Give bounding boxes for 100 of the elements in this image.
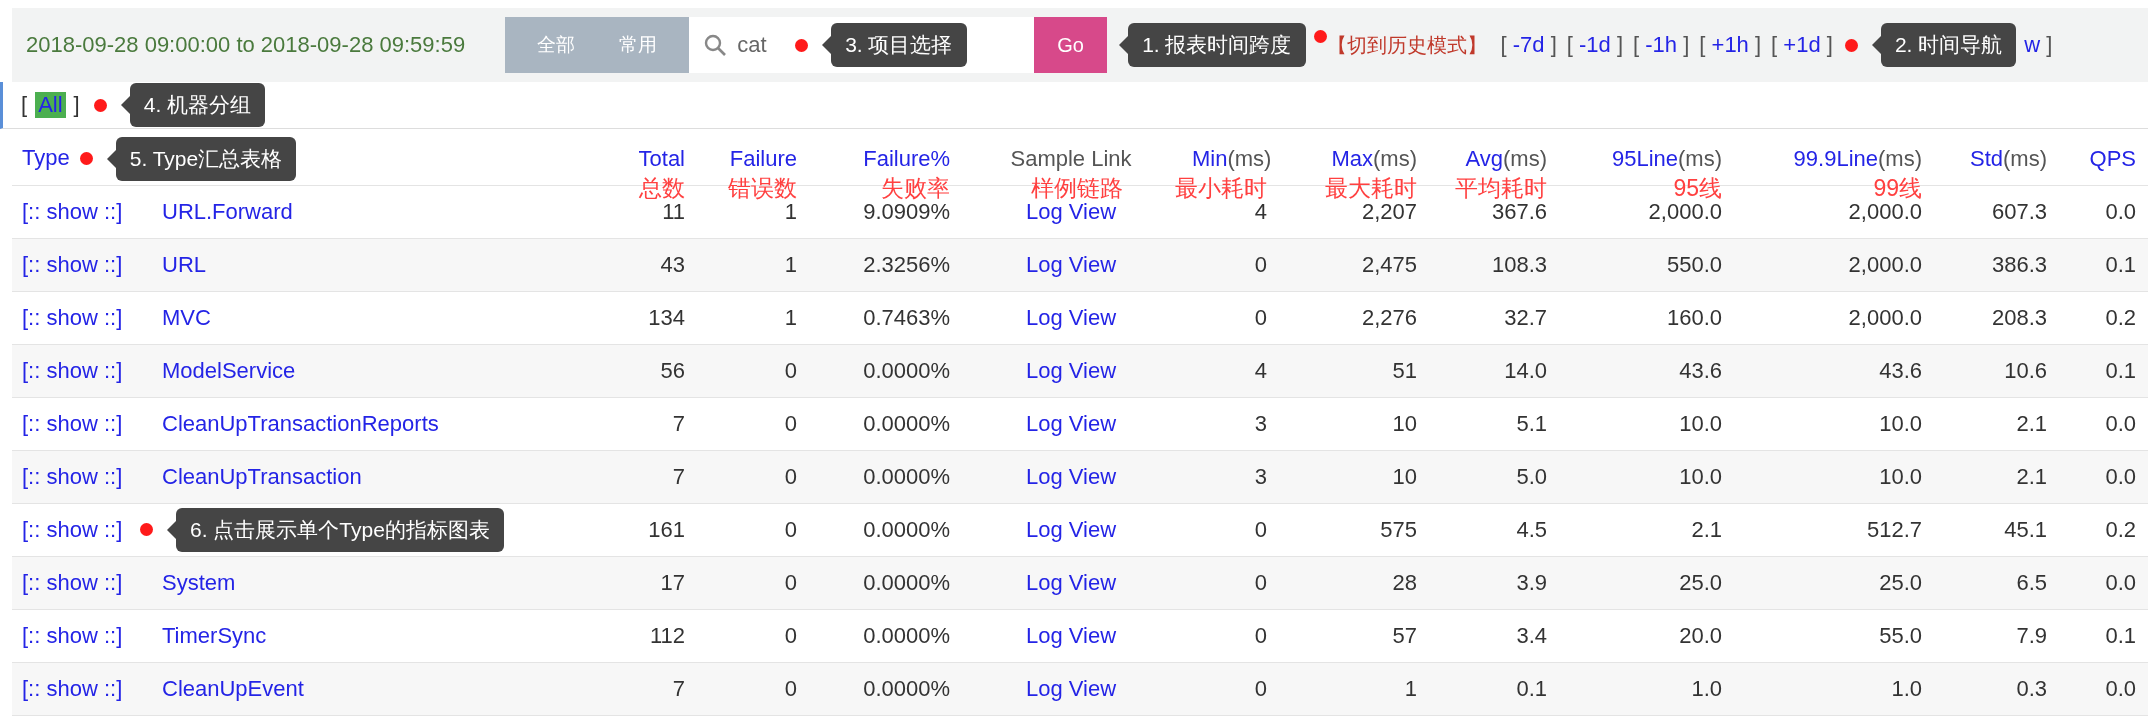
bracket: ] [1549, 32, 1557, 57]
log-view-link[interactable]: Log View [1025, 622, 1117, 648]
table-cell: 0.2 [2105, 304, 2136, 330]
show-link[interactable]: [:: show ::] [22, 622, 123, 648]
log-view-link[interactable]: Log View [1025, 516, 1117, 542]
table-cell: 1.0 [1891, 675, 1922, 701]
log-view-link[interactable]: Log View [1025, 463, 1117, 489]
table-cell: 0 [1254, 516, 1267, 542]
table-cell: 10 [1392, 463, 1417, 489]
type-link[interactable]: URL [162, 251, 206, 277]
show-link[interactable]: [:: show ::] [22, 410, 123, 436]
column-header[interactable]: Min(ms) [1192, 145, 1272, 171]
table-cell: 0.0000% [863, 463, 950, 489]
table-cell: 0 [784, 357, 797, 383]
type-link[interactable]: URL.Forward [162, 198, 293, 224]
table-cell: 386.3 [1991, 251, 2047, 277]
bracket: [ [21, 92, 28, 118]
callout-tooltip: 2. 时间导航 [1871, 23, 2017, 67]
table-cell: 17 [660, 569, 685, 595]
table-cell: 0 [784, 622, 797, 648]
type-link[interactable]: CleanUpEvent [162, 675, 304, 701]
show-link[interactable]: [:: show ::] [22, 198, 123, 224]
table-cell: 575 [1380, 516, 1417, 542]
type-link[interactable]: CleanUpTransactionReports [162, 410, 439, 436]
table-cell: 3.9 [1516, 569, 1547, 595]
show-link[interactable]: [:: show ::] [22, 516, 123, 542]
log-view-link[interactable]: Log View [1025, 675, 1117, 701]
column-header[interactable]: Failure% [863, 145, 950, 171]
table-cell: 43.6 [1879, 357, 1922, 383]
table-cell: 5.1 [1516, 410, 1547, 436]
bracket: ] [73, 92, 80, 118]
table-cell: 112 [649, 622, 685, 648]
time-nav-link[interactable]: +1d [1783, 32, 1821, 57]
table-cell: 7.9 [2016, 622, 2047, 648]
table-cell: 25.0 [1679, 569, 1722, 595]
table-cell: 0.0 [2105, 198, 2136, 224]
callout-tooltip: 5. Type汇总表格 [106, 136, 297, 181]
type-link[interactable]: TimerSync [162, 622, 267, 648]
table-cell: 0 [784, 463, 797, 489]
table-cell: 2.1 [2016, 463, 2047, 489]
column-header[interactable]: 99.9Line(ms) [1793, 145, 1922, 171]
table-cell: 51 [1392, 357, 1417, 383]
column-header[interactable]: Max(ms) [1331, 145, 1417, 171]
table-cell: 55.0 [1879, 622, 1922, 648]
type-link[interactable]: ModelService [162, 357, 296, 383]
column-header[interactable]: 95Line(ms) [1611, 145, 1722, 171]
table-cell: 550.0 [1666, 251, 1722, 277]
column-header[interactable]: Total [638, 145, 685, 171]
type-link[interactable]: MVC [162, 304, 211, 330]
table-cell: 0.0000% [863, 357, 950, 383]
table-cell: 0.1 [1516, 675, 1547, 701]
column-header[interactable]: Avg(ms) [1465, 145, 1547, 171]
time-nav-link[interactable]: -1h [1645, 32, 1678, 57]
bracket: [ [1699, 32, 1707, 57]
table-cell: 28 [1392, 569, 1417, 595]
column-header[interactable]: Std(ms) [1970, 145, 2047, 171]
table-cell: 0.0000% [863, 569, 950, 595]
table-cell: 160.0 [1666, 304, 1722, 330]
log-view-link[interactable]: Log View [1025, 569, 1117, 595]
time-nav-link[interactable]: -7d [1512, 32, 1545, 57]
show-link[interactable]: [:: show ::] [22, 304, 123, 330]
marker-dot [1844, 38, 1858, 52]
table-cell: 2,475 [1361, 251, 1417, 277]
time-range: 2018-09-28 09:00:00 to 2018-09-28 09:59:59 [26, 32, 466, 58]
table-cell: 0.2 [2105, 516, 2136, 542]
time-nav-link[interactable]: +1h [1711, 32, 1749, 57]
marker-dot [79, 152, 93, 166]
table-cell: 0.1 [2105, 251, 2136, 277]
column-header[interactable]: Type [22, 144, 70, 170]
table-cell: 0.0000% [863, 410, 950, 436]
table-cell: 10.0 [1679, 463, 1722, 489]
time-nav-link[interactable]: -1d [1579, 32, 1611, 57]
table-cell: 0.0000% [863, 622, 950, 648]
log-view-link[interactable]: Log View [1025, 357, 1117, 383]
table-cell: 7 [672, 410, 685, 436]
annotation-note: 失败率 [881, 174, 950, 203]
table-cell: 5.0 [1516, 463, 1547, 489]
search-field[interactable]: cat [735, 31, 796, 59]
table-cell: 32.7 [1504, 304, 1547, 330]
callout-tooltip: 4. 机器分组 [120, 83, 266, 127]
table-cell: 14.0 [1504, 357, 1547, 383]
table-cell: 0.1 [2105, 357, 2136, 383]
table-cell: 607.3 [1991, 198, 2047, 224]
type-link[interactable]: System [162, 569, 236, 595]
go-button[interactable]: Go [1034, 17, 1108, 73]
table-cell: 4.5 [1516, 516, 1547, 542]
table-cell: 10 [1392, 410, 1417, 436]
history-mode-link[interactable]: 【切到历史模式】 [1326, 31, 1487, 59]
column-header[interactable]: QPS [2089, 145, 2136, 171]
table-cell: 0.0000% [863, 516, 950, 542]
table-cell: 1.0 [1691, 675, 1722, 701]
table-cell: 7 [672, 463, 685, 489]
log-view-link[interactable]: Log View [1025, 251, 1117, 277]
time-nav-link[interactable]: w [2024, 32, 2041, 57]
log-view-link[interactable]: Log View [1025, 410, 1117, 436]
table-cell: 7 [672, 675, 685, 701]
table-cell: 10.0 [1679, 410, 1722, 436]
column-header[interactable]: Failure [729, 145, 797, 171]
table-cell: 3.4 [1516, 622, 1547, 648]
log-view-link[interactable]: Log View [1025, 304, 1117, 330]
